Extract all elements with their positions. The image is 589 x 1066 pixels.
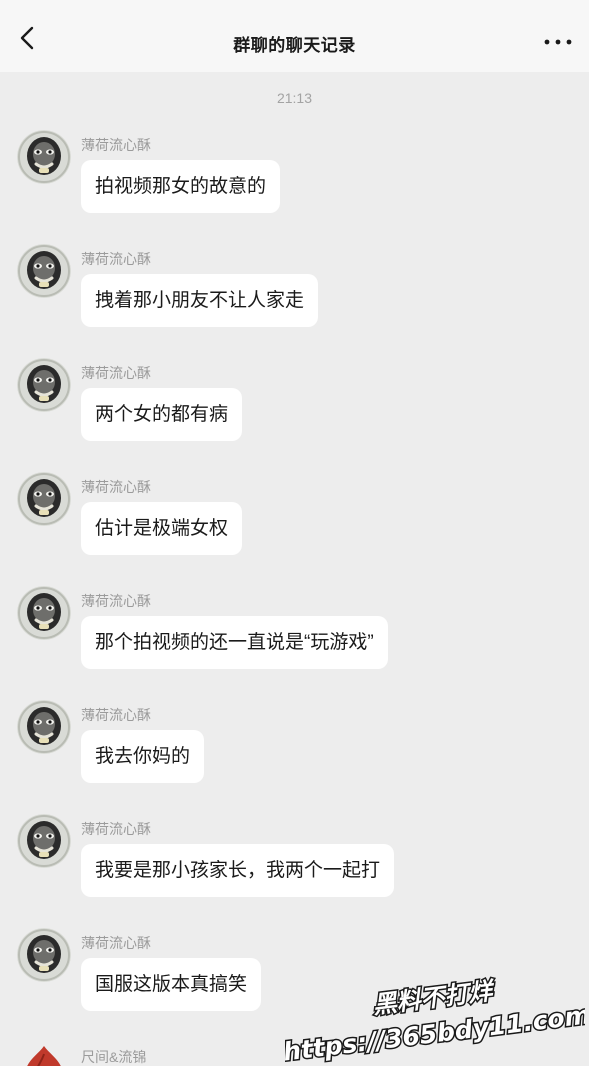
sender-name: 薄荷流心酥: [81, 137, 151, 153]
avatar[interactable]: [17, 928, 71, 982]
avatar[interactable]: [17, 244, 71, 298]
sender-name: 薄荷流心酥: [81, 821, 151, 837]
avatar[interactable]: [17, 130, 71, 184]
more-dots-icon: [544, 39, 572, 45]
page-title: 群聊的聊天记录: [233, 36, 356, 55]
sender-name: 薄荷流心酥: [81, 479, 151, 495]
avatar[interactable]: [17, 814, 71, 868]
message-bubble[interactable]: 那个拍视频的还一直说是“玩游戏”: [81, 616, 388, 669]
message-bubble[interactable]: 拍视频那女的故意的: [81, 160, 281, 213]
sender-name: 薄荷流心酥: [81, 365, 151, 381]
navigation-bar: 群聊的聊天记录: [0, 0, 589, 72]
avatar-red[interactable]: [17, 1042, 71, 1066]
message-bubble[interactable]: 拽着那小朋友不让人家走: [81, 274, 319, 327]
watermark-line-2: https://365bdy11.com: [285, 1000, 585, 1066]
avatar[interactable]: [17, 472, 71, 526]
sender-name: 薄荷流心酥: [81, 251, 151, 267]
message-bubble[interactable]: 估计是极端女权: [81, 502, 243, 555]
chat-record-screen: 群聊的聊天记录 21:13 薄荷流心酥 拍视频那女的故意的 薄荷流心酥 拽着那小…: [0, 0, 589, 1066]
message-timestamp: 21:13: [276, 90, 313, 106]
message-bubble[interactable]: 国服这版本真搞笑: [81, 958, 262, 1011]
message-bubble[interactable]: 两个女的都有病: [81, 388, 243, 441]
sender-name: 薄荷流心酥: [81, 935, 151, 951]
avatar[interactable]: [17, 700, 71, 754]
more-options-button[interactable]: [543, 30, 573, 54]
watermark-line-1: 黑料不打烊: [371, 976, 497, 1019]
watermark: 黑料不打烊 https://365bdy11.com: [285, 975, 585, 1066]
avatar[interactable]: [17, 358, 71, 412]
message-bubble[interactable]: 我要是那小孩家长，我两个一起打: [81, 844, 395, 897]
avatar[interactable]: [17, 586, 71, 640]
sender-name: 薄荷流心酥: [81, 593, 151, 609]
sender-name: 尺间&流锦: [81, 1049, 147, 1065]
sender-name: 薄荷流心酥: [81, 707, 151, 723]
message-bubble[interactable]: 我去你妈的: [81, 730, 205, 783]
